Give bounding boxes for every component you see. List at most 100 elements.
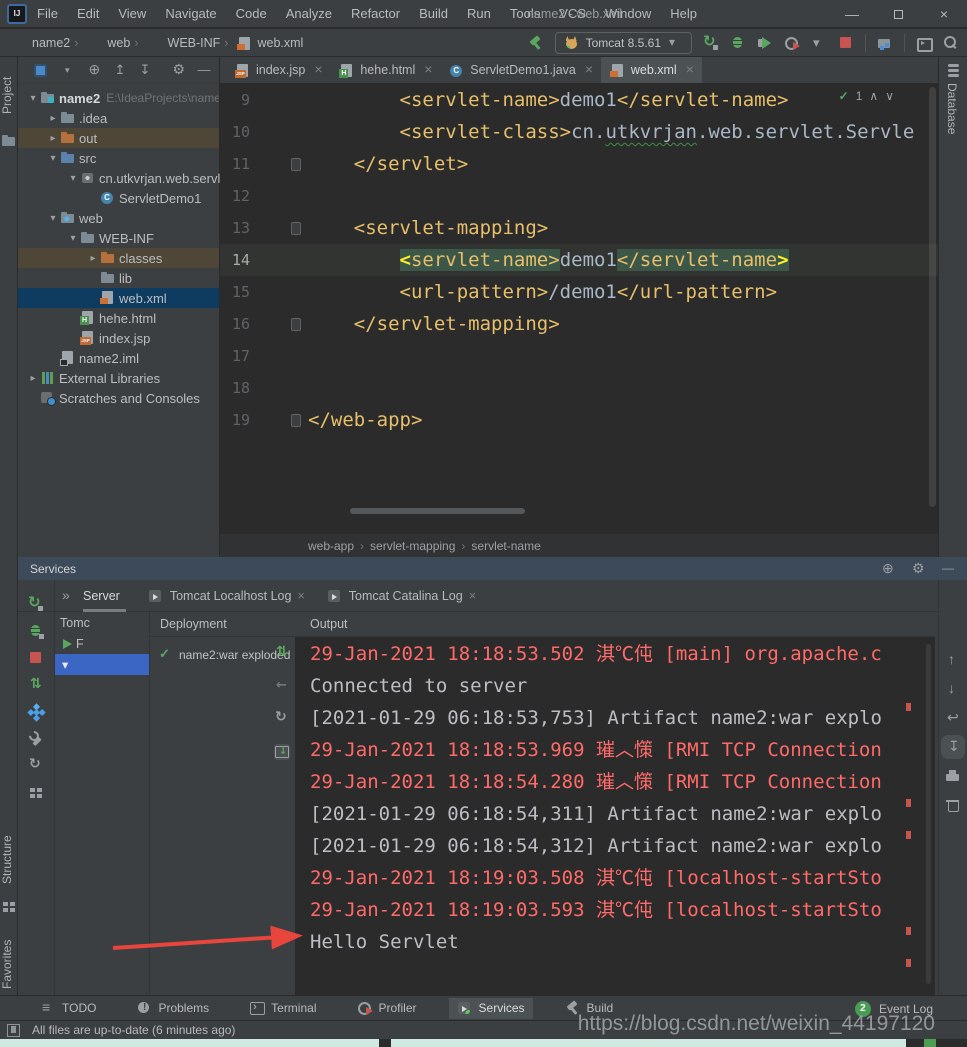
- close-icon[interactable]: [421, 62, 431, 78]
- inspection-widget[interactable]: ✓1 ∧ ∨: [839, 89, 894, 103]
- menu-item[interactable]: Help: [670, 6, 697, 21]
- tool-window-button[interactable]: Profiler: [349, 998, 425, 1019]
- services-tab[interactable]: Tomcat Localhost Log ×: [148, 580, 305, 612]
- profiler-dropdown-icon[interactable]: [811, 35, 827, 51]
- build-hammer-icon[interactable]: [528, 35, 544, 51]
- coverage-button[interactable]: [757, 35, 773, 51]
- tree-row[interactable]: ServletDemo1: [18, 188, 219, 208]
- tool-window-button[interactable]: Problems: [128, 998, 217, 1019]
- locate-file-button[interactable]: [88, 62, 104, 78]
- editor-tab[interactable]: ServletDemo1.java: [440, 57, 601, 83]
- deployment-toolbar-button[interactable]: [274, 678, 290, 694]
- services-tab[interactable]: Server: [83, 580, 126, 612]
- menu-item[interactable]: Code: [236, 6, 267, 21]
- fold-marker[interactable]: [250, 180, 308, 212]
- tree-row[interactable]: src: [18, 148, 219, 168]
- close-icon[interactable]: ×: [297, 589, 304, 603]
- menu-item[interactable]: Navigate: [165, 6, 216, 21]
- breadcrumb-item[interactable]: web-app: [308, 539, 354, 553]
- tool-window-switcher-icon[interactable]: [6, 1022, 22, 1038]
- fold-marker[interactable]: [250, 84, 308, 116]
- tree-arrow-icon[interactable]: [66, 173, 80, 184]
- stop-button[interactable]: [838, 35, 854, 51]
- services-toolbar-button[interactable]: [28, 623, 44, 639]
- tree-arrow-icon[interactable]: [86, 253, 100, 264]
- minimize-button[interactable]: —: [829, 0, 875, 28]
- fold-marker[interactable]: [250, 212, 308, 244]
- console-toolbar-button[interactable]: [945, 739, 961, 755]
- services-tree-row[interactable]: Tomc: [55, 612, 149, 633]
- hide-panel-button[interactable]: [941, 561, 957, 577]
- tree-row[interactable]: cn.utkvrjan.web.servlet: [18, 168, 219, 188]
- fold-marker[interactable]: [250, 404, 308, 436]
- editor-tab[interactable]: web.xml: [601, 57, 702, 83]
- error-stripe-mark[interactable]: [906, 831, 911, 839]
- fold-marker[interactable]: [250, 372, 308, 404]
- breadcrumb-item[interactable]: WEB-INF: [134, 36, 220, 51]
- fold-marker[interactable]: [250, 276, 308, 308]
- database-tool-button[interactable]: Database: [945, 83, 959, 153]
- services-toolbar-button[interactable]: [28, 731, 44, 747]
- menu-item[interactable]: Build: [419, 6, 448, 21]
- tree-arrow-icon[interactable]: [66, 233, 80, 244]
- close-icon[interactable]: [683, 62, 693, 78]
- run-button[interactable]: [703, 35, 719, 51]
- run-window-button[interactable]: [916, 35, 932, 51]
- error-stripe-mark[interactable]: [906, 703, 911, 711]
- tree-arrow-icon[interactable]: [46, 153, 60, 164]
- tree-row[interactable]: lib: [18, 268, 219, 288]
- services-toolbar-button[interactable]: [28, 596, 44, 612]
- menu-item[interactable]: Refactor: [351, 6, 400, 21]
- tree-row[interactable]: hehe.html: [18, 308, 219, 328]
- deployment-toolbar-button[interactable]: [274, 744, 290, 760]
- editor-tab[interactable]: index.jsp: [226, 57, 330, 83]
- search-everywhere-button[interactable]: [943, 35, 959, 51]
- expand-all-button[interactable]: [113, 62, 129, 78]
- structure-tool-button[interactable]: Structure: [0, 825, 18, 895]
- services-toolbar-button[interactable]: [28, 704, 44, 720]
- maximize-button[interactable]: [875, 0, 921, 28]
- collapse-all-button[interactable]: [138, 62, 154, 78]
- code-editor[interactable]: 9 <servlet-name>demo1</servlet-name> 10 …: [220, 84, 938, 436]
- tool-window-button[interactable]: TODO: [32, 998, 104, 1019]
- tree-row[interactable]: Scratches and Consoles: [18, 388, 219, 408]
- fold-marker[interactable]: [250, 340, 308, 372]
- services-toolbar-button[interactable]: [28, 785, 44, 801]
- tree-row[interactable]: classes: [18, 248, 219, 268]
- profiler-button[interactable]: [784, 35, 800, 51]
- tool-window-button[interactable]: Services: [449, 998, 533, 1019]
- gear-icon[interactable]: [911, 561, 927, 577]
- fold-marker[interactable]: [250, 148, 308, 180]
- fold-marker[interactable]: [250, 116, 308, 148]
- tree-row[interactable]: .idea: [18, 108, 219, 128]
- favorites-tool-button[interactable]: Favorites: [0, 929, 18, 999]
- tree-row[interactable]: out: [18, 128, 219, 148]
- tree-row[interactable]: web.xml: [18, 288, 219, 308]
- project-view-mode-icon[interactable]: [34, 64, 47, 77]
- tree-arrow-icon[interactable]: [46, 133, 60, 144]
- editor-vertical-scrollbar[interactable]: [929, 87, 936, 507]
- console-toolbar-button[interactable]: [945, 681, 961, 697]
- tree-arrow-icon[interactable]: [46, 213, 60, 224]
- menu-item[interactable]: Run: [467, 6, 491, 21]
- close-button[interactable]: ×: [921, 0, 967, 28]
- close-icon[interactable]: [311, 62, 321, 78]
- project-tool-button[interactable]: Project: [0, 65, 18, 125]
- tree-row[interactable]: External Libraries: [18, 368, 219, 388]
- tree-arrow-icon[interactable]: [46, 113, 60, 124]
- error-stripe-mark[interactable]: [906, 959, 911, 967]
- services-tab[interactable]: Tomcat Catalina Log ×: [327, 580, 476, 612]
- tab-overflow-icon[interactable]: [60, 588, 76, 604]
- menu-item[interactable]: Edit: [77, 6, 99, 21]
- tree-row[interactable]: web: [18, 208, 219, 228]
- close-icon[interactable]: [582, 62, 592, 78]
- console-toolbar-button[interactable]: [945, 797, 961, 813]
- tree-row[interactable]: name2 E:\IdeaProjects\name2: [18, 88, 219, 108]
- fold-marker[interactable]: [250, 244, 308, 276]
- breadcrumb-item[interactable]: web: [74, 36, 130, 51]
- console-toolbar-button[interactable]: [945, 768, 961, 784]
- gear-icon[interactable]: [172, 62, 188, 78]
- tree-row[interactable]: WEB-INF: [18, 228, 219, 248]
- debug-button[interactable]: [730, 35, 746, 51]
- tree-arrow-icon[interactable]: [26, 93, 40, 104]
